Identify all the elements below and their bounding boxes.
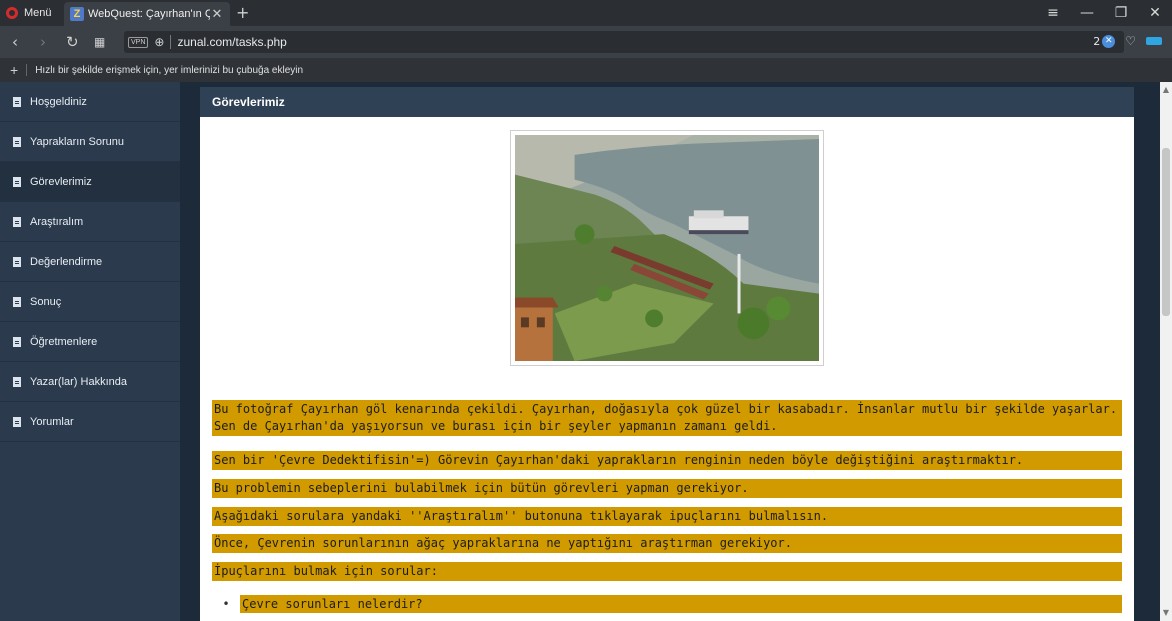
paragraph-intro: Bu fotoğraf Çayırhan göl kenarında çekil… <box>212 400 1122 436</box>
sidebar-item-label: Hoşgeldiniz <box>30 95 87 108</box>
paragraph-problem: Bu problemin sebeplerini bulabilmek için… <box>212 479 1122 498</box>
document-icon <box>13 216 21 227</box>
favicon-icon: Z <box>70 7 84 21</box>
url-text[interactable]: zunal.com/tasks.php <box>177 35 286 49</box>
address-bar-actions: 2 ✕ ♡ <box>1093 34 1162 48</box>
document-icon <box>13 136 21 147</box>
add-bookmark-icon[interactable]: + <box>10 62 18 78</box>
sidebar-item-degerlendirme[interactable]: Değerlendirme <box>0 242 180 282</box>
document-icon <box>13 176 21 187</box>
document-icon <box>13 96 21 107</box>
sidebar-item-label: Yorumlar <box>30 415 74 428</box>
content-panel: Görevlerimiz Bu fotoğraf Çayırhan göl ke… <box>200 87 1134 621</box>
bookmarks-hint: Hızlı bir şekilde erişmek için, yer imle… <box>35 64 304 76</box>
paragraph-task: Sen bir 'Çevre Dedektifisin'=) Görevin Ç… <box>212 451 1122 470</box>
sidebar-item-label: Öğretmenlere <box>30 335 98 348</box>
document-icon <box>13 416 21 427</box>
sidebar-item-arastiralim[interactable]: Araştıralım <box>0 202 180 242</box>
scroll-down-icon[interactable]: ▼ <box>1160 607 1172 619</box>
sidebar-item-yapraklarin-sorunu[interactable]: Yaprakların Sorunu <box>0 122 180 162</box>
url-field[interactable]: VPN ⊕ zunal.com/tasks.php <box>124 31 1124 53</box>
active-tab[interactable]: Z WebQuest: Çayırhan'ın Çe ✕ <box>64 2 230 26</box>
sidebar-nav: Hoşgeldiniz Yaprakların Sorunu Görevleri… <box>0 82 180 621</box>
opera-logo-icon <box>6 7 18 19</box>
document-icon <box>13 376 21 387</box>
close-tab-icon[interactable]: ✕ <box>210 6 224 22</box>
address-bar: ‹ › ↻ ▦ VPN ⊕ zunal.com/tasks.php 2 ✕ ♡ <box>0 26 1172 58</box>
browser-window: Menü Z WebQuest: Çayırhan'ın Çe ✕ + ≡ — … <box>0 0 1172 621</box>
restore-icon[interactable]: ❐ <box>1104 5 1138 21</box>
scroll-thumb[interactable] <box>1162 148 1170 316</box>
sidebar-item-yorumlar[interactable]: Yorumlar <box>0 402 180 442</box>
adblock-icon: ✕ <box>1102 34 1116 48</box>
bullet-icon: • <box>222 597 230 611</box>
sidebar-item-label: Araştıralım <box>30 215 84 228</box>
question-text: Çevre sorunları nelerdir? <box>240 595 1122 613</box>
heart-icon[interactable]: ♡ <box>1125 34 1136 48</box>
tab-bar: Menü Z WebQuest: Çayırhan'ın Çe ✕ + ≡ — … <box>0 0 1172 26</box>
paragraph-first-step: Önce, Çevrenin sorunlarının ağaç yaprakl… <box>212 534 1122 553</box>
questions-list: • Çevre sorunları nelerdir? <box>212 595 1122 613</box>
speed-dial-icon[interactable]: ▦ <box>94 35 105 49</box>
list-item: • Çevre sorunları nelerdir? <box>212 595 1122 613</box>
forward-icon[interactable]: › <box>40 33 46 51</box>
reload-icon[interactable]: ↻ <box>66 33 79 51</box>
web-page: Hoşgeldiniz Yaprakların Sorunu Görevleri… <box>0 82 1160 621</box>
lake-photo <box>510 130 824 366</box>
vpn-badge[interactable]: VPN <box>128 36 149 48</box>
bookmarks-separator <box>26 64 28 76</box>
paragraph-questions-intro: İpuçlarını bulmak için sorular: <box>212 562 1122 581</box>
adblock-counter[interactable]: 2 ✕ <box>1093 34 1116 48</box>
page-scrollbar[interactable]: ▲ ▼ <box>1160 82 1172 621</box>
document-icon <box>13 256 21 267</box>
url-separator <box>170 35 172 49</box>
lake-photo-image <box>515 135 819 361</box>
document-icon <box>13 296 21 307</box>
document-icon <box>13 336 21 347</box>
minimize-icon[interactable]: — <box>1070 5 1104 21</box>
sidebar-item-label: Değerlendirme <box>30 255 103 268</box>
scroll-up-icon[interactable]: ▲ <box>1160 84 1172 96</box>
menu-label: Menü <box>24 7 52 19</box>
new-tab-icon[interactable]: + <box>236 3 249 22</box>
globe-icon: ⊕ <box>154 35 165 49</box>
page-title: Görevlerimiz <box>200 87 1134 117</box>
battery-saver-icon[interactable] <box>1146 37 1162 45</box>
sidebar-item-label: Görevlerimiz <box>30 175 92 188</box>
sidebar-item-gorevlerimiz[interactable]: Görevlerimiz <box>0 162 180 202</box>
adblock-count: 2 <box>1093 34 1101 48</box>
sidebar-item-sonuc[interactable]: Sonuç <box>0 282 180 322</box>
sidebar-item-label: Yaprakların Sorunu <box>30 135 124 148</box>
opera-menu-button[interactable]: Menü <box>0 0 64 26</box>
tab-title: WebQuest: Çayırhan'ın Çe <box>88 8 210 20</box>
back-icon[interactable]: ‹ <box>12 33 18 51</box>
sidebar-item-hosgeldiniz[interactable]: Hoşgeldiniz <box>0 82 180 122</box>
sidebar-item-label: Yazar(lar) Hakkında <box>30 375 127 388</box>
sidebar-item-label: Sonuç <box>30 295 62 308</box>
window-controls: ≡ — ❐ ✕ <box>1036 0 1172 26</box>
sidebar-item-ogretmenlere[interactable]: Öğretmenlere <box>0 322 180 362</box>
paragraph-instructions: Aşağıdaki sorulara yandaki ''Araştıralım… <box>212 507 1122 526</box>
bookmarks-bar: + Hızlı bir şekilde erişmek için, yer im… <box>0 58 1172 82</box>
tab-menu-icon[interactable]: ≡ <box>1036 5 1070 21</box>
sidebar-item-yazarlar-hakkinda[interactable]: Yazar(lar) Hakkında <box>0 362 180 402</box>
close-window-icon[interactable]: ✕ <box>1138 5 1172 21</box>
